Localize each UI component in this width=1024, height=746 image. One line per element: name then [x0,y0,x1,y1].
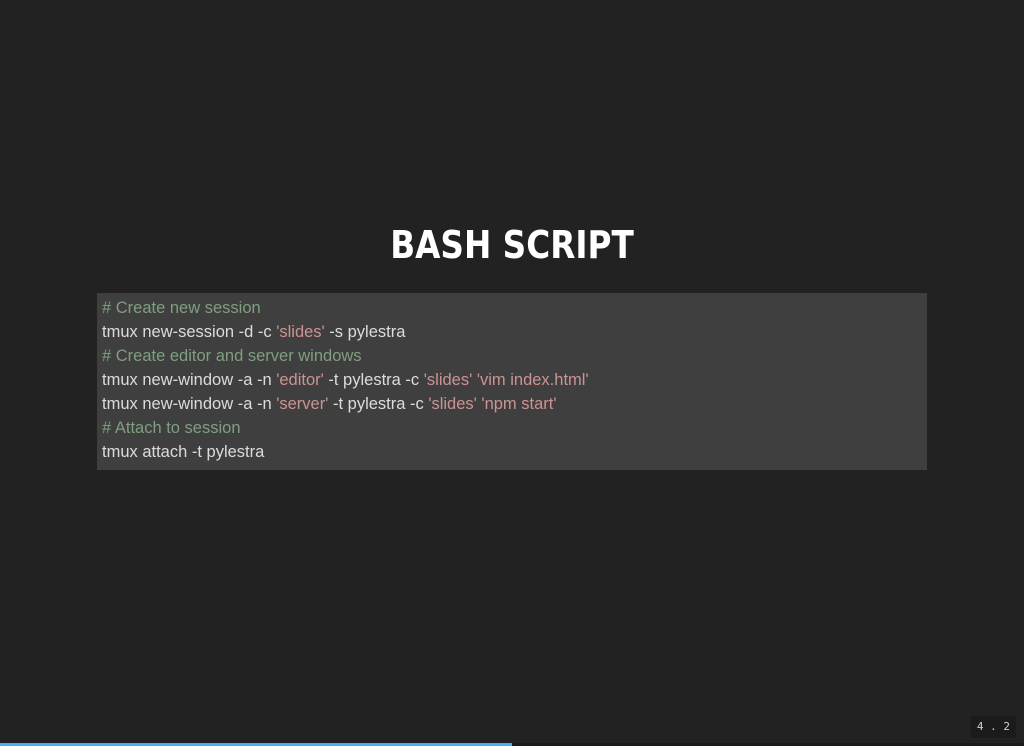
code-text: -s pylestra [324,323,406,341]
code-string: 'npm start' [481,395,557,413]
code-block: # Create new session tmux new-session -d … [97,293,927,470]
code-comment: # Attach to session [102,419,241,437]
code-comment: # Create new session [102,299,261,317]
code-string: 'slides' [276,323,325,341]
code-comment: # Create editor and server windows [102,347,362,365]
code-text: -t pylestra -c [323,371,424,389]
code-string: 'editor' [276,371,324,389]
code-string: 'vim index.html' [476,371,589,389]
slide-title: BASH SCRIPT [390,223,634,267]
code-text: tmux new-window -a -n [102,371,277,389]
slide: BASH SCRIPT # Create new session tmux new… [0,0,1024,746]
code-text: tmux new-session -d -c [102,323,277,341]
code-string: 'server' [276,395,329,413]
code-string: 'slides' [428,395,477,413]
code-text: -t pylestra -c [328,395,429,413]
code-line: # Attach to session [102,416,927,440]
code-line: tmux new-window -a -n 'editor' -t pylest… [102,368,927,392]
code-text: tmux new-window -a -n [102,395,277,413]
code-text: tmux attach -t pylestra [102,443,265,461]
code-string: 'slides' [423,371,473,389]
code-line: tmux new-session -d -c 'slides' -s pyles… [102,320,927,344]
slide-number[interactable]: 4 . 2 [970,716,1016,738]
code-line: # Create new session [102,296,927,320]
code-line: tmux attach -t pylestra [102,440,927,464]
code-line: tmux new-window -a -n 'server' -t pylest… [102,392,927,416]
code-line: # Create editor and server windows [102,344,927,368]
